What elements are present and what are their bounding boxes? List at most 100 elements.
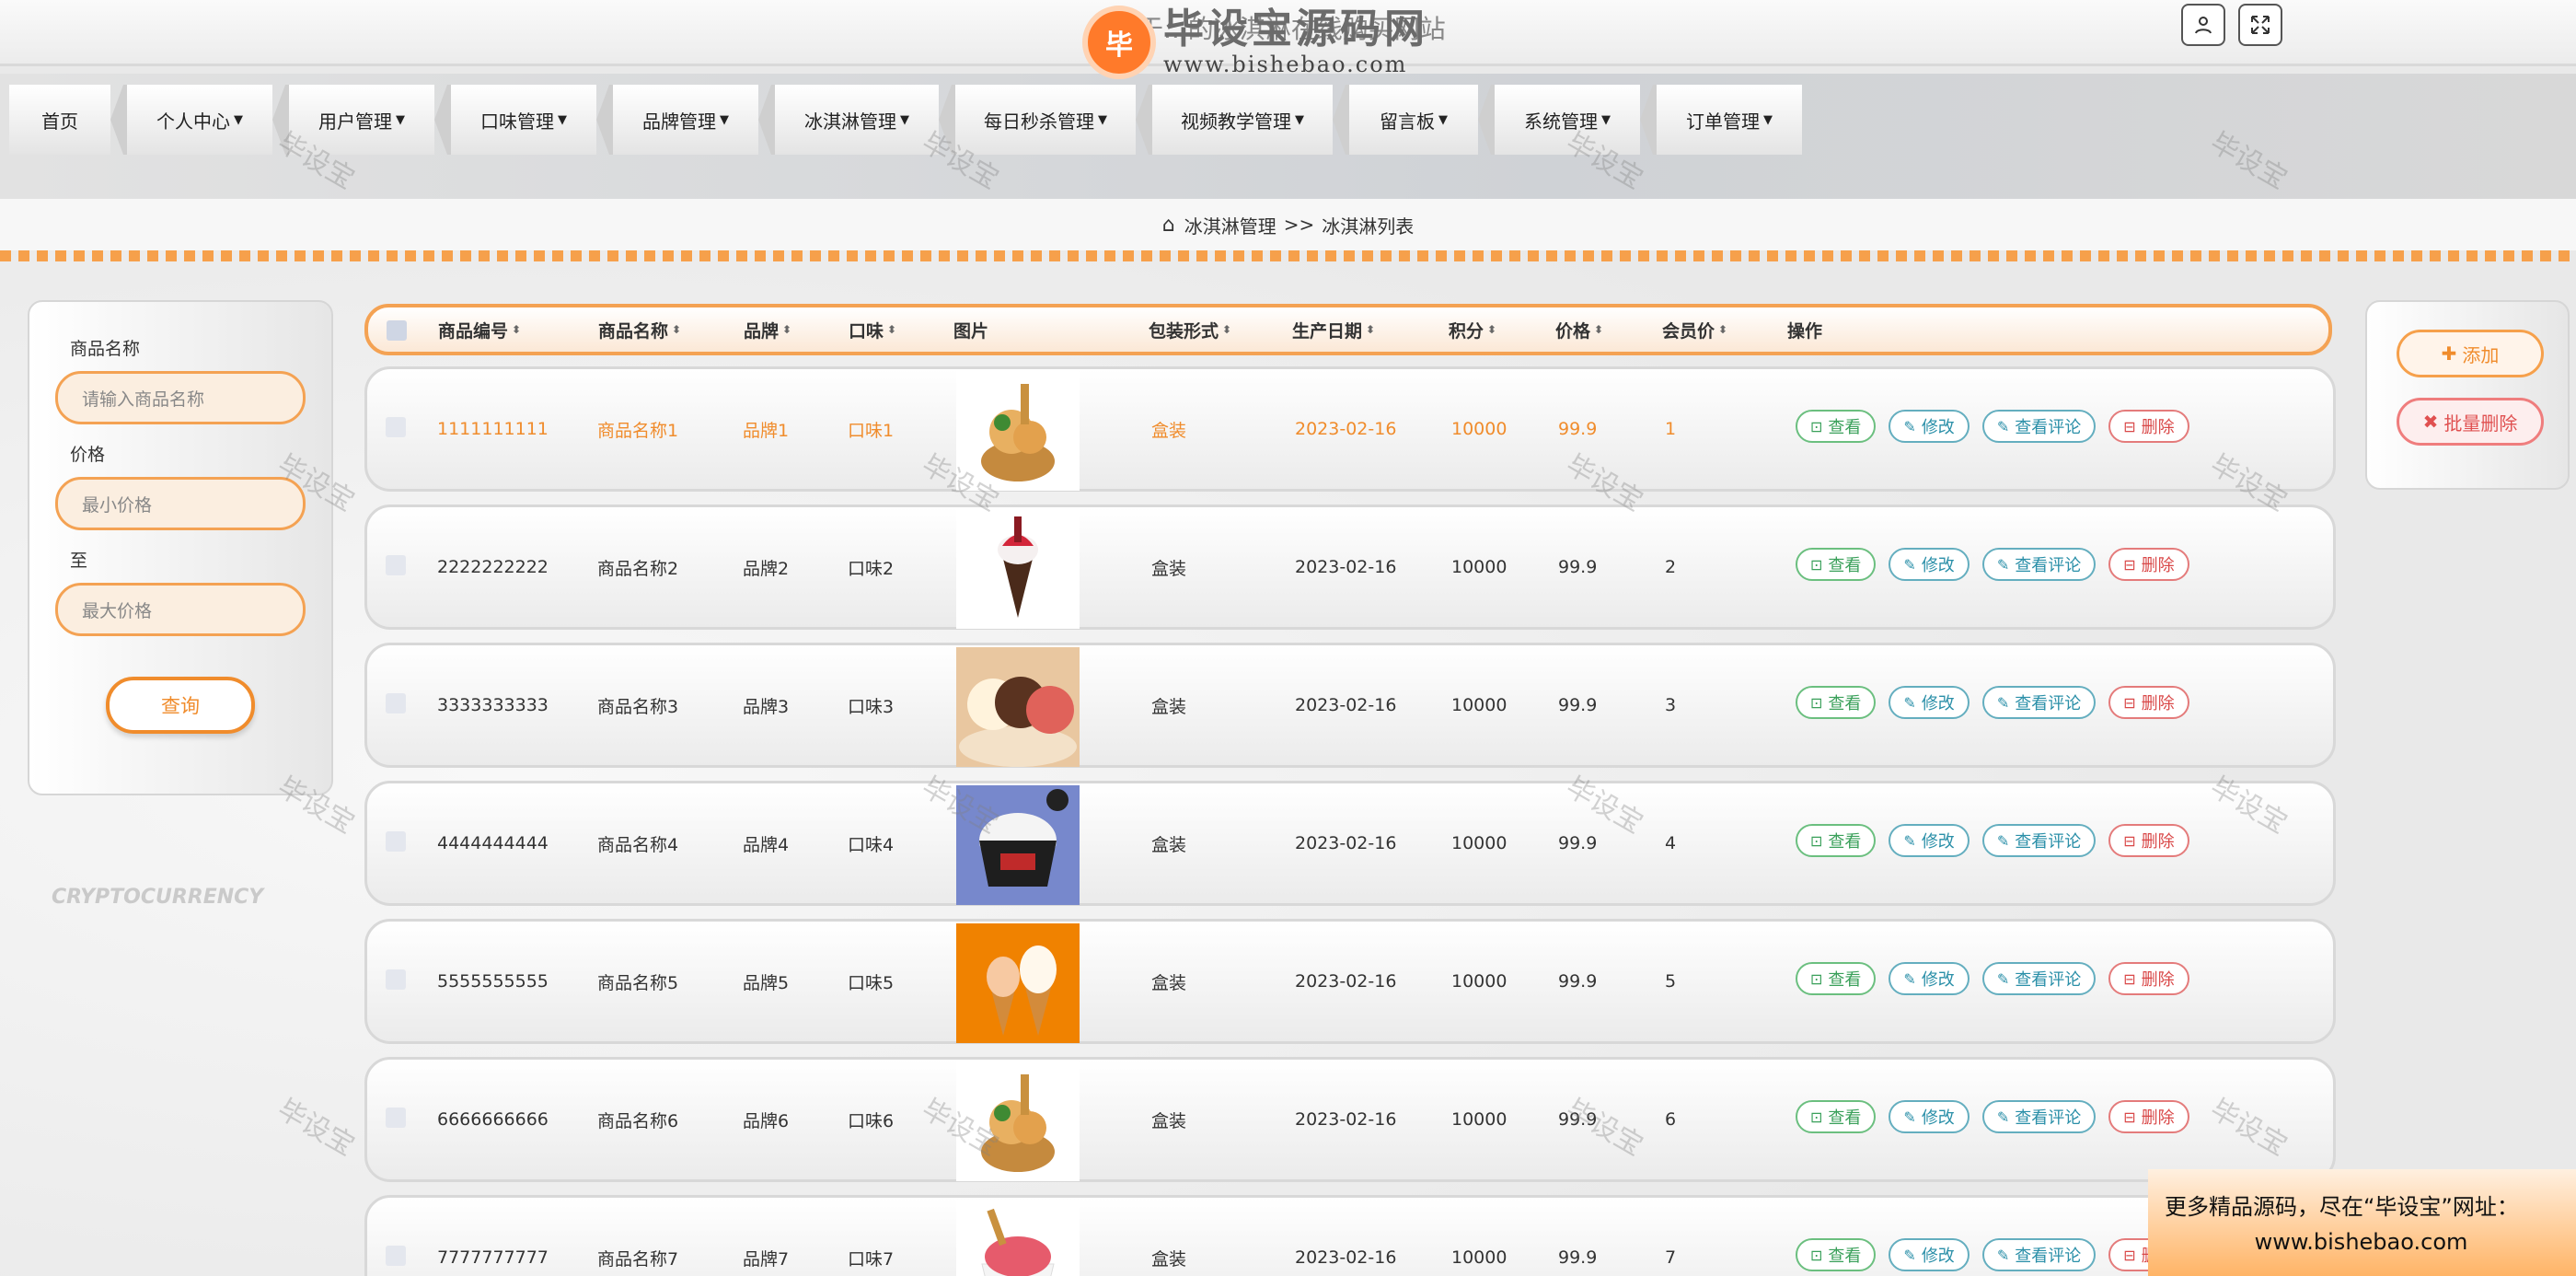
- view-button[interactable]: ⊡ 查看: [1796, 824, 1877, 857]
- breadcrumb-separator: >>: [1283, 214, 1315, 236]
- edit-button[interactable]: ✎ 修改: [1889, 962, 1970, 995]
- edit-button[interactable]: ✎ 修改: [1889, 1238, 1970, 1271]
- home-icon[interactable]: ⌂: [1162, 214, 1175, 237]
- th-image: 图片: [953, 320, 989, 342]
- th-brand[interactable]: 品牌 ⬍: [744, 307, 791, 352]
- table-row[interactable]: 7777777777 商品名称7 品牌7 口味7 盒装 2023-02-16 10000 99…: [364, 1195, 2336, 1276]
- logo-text: 毕设宝源码网: [1163, 6, 1428, 52]
- delete-button[interactable]: ⊟删除: [2108, 962, 2189, 995]
- delete-button[interactable]: ⊟删除: [2108, 548, 2189, 581]
- view-button[interactable]: ⊡ 查看: [1796, 962, 1877, 995]
- table-row[interactable]: 3333333333 商品名称3 品牌3 口味3 盒装 2023-02-16 10000 99…: [364, 643, 2336, 768]
- row-checkbox[interactable]: [386, 693, 406, 713]
- caret-down-icon: ▼: [1763, 112, 1773, 127]
- nav-users[interactable]: 用户管理 ▼: [272, 85, 434, 155]
- nav-messages[interactable]: 留言板 ▼: [1333, 85, 1478, 155]
- product-image: [956, 785, 1080, 905]
- view-comments-button[interactable]: ✎ 查看评论: [1981, 410, 2097, 443]
- user-icon[interactable]: [2181, 4, 2225, 46]
- nav-flash-sale[interactable]: 每日秒杀管理 ▼: [939, 85, 1136, 155]
- x-icon: ✖: [2422, 411, 2439, 433]
- nav-profile[interactable]: 个人中心 ▼: [110, 85, 272, 155]
- row-checkbox[interactable]: [386, 555, 406, 575]
- edit-button[interactable]: ✎ 修改: [1889, 686, 1970, 719]
- row-checkbox[interactable]: [386, 417, 406, 437]
- cell-flavor: 口味3: [848, 696, 895, 717]
- view-comments-button[interactable]: ✎ 查看评论: [1981, 1238, 2097, 1271]
- row-checkbox[interactable]: [386, 969, 406, 990]
- table-row[interactable]: 6666666666 商品名称6 品牌6 口味6 盒装 2023-02-16 10000 99…: [364, 1057, 2336, 1182]
- edit-button[interactable]: ✎ 修改: [1889, 824, 1970, 857]
- edit-button[interactable]: ✎ 修改: [1889, 1100, 1970, 1133]
- th-flavor[interactable]: 口味 ⬍: [849, 307, 896, 352]
- row-checkbox[interactable]: [386, 1246, 406, 1266]
- view-icon: ⊡: [1810, 693, 1823, 712]
- query-button[interactable]: 查询: [106, 677, 255, 734]
- view-comments-button[interactable]: ✎ 查看评论: [1981, 962, 2097, 995]
- row-checkbox[interactable]: [386, 1108, 406, 1128]
- nav-orders[interactable]: 订单管理 ▼: [1640, 85, 1802, 155]
- cell-member: 2: [1665, 557, 1677, 577]
- th-pack[interactable]: 包装形式 ⬍: [1149, 307, 1231, 352]
- sort-icon: ⬍: [782, 323, 792, 336]
- nav-video[interactable]: 视频教学管理 ▼: [1136, 85, 1333, 155]
- cell-flavor: 口味4: [848, 834, 895, 855]
- product-image: [956, 1200, 1080, 1276]
- cell-points: 10000: [1451, 971, 1507, 992]
- delete-button[interactable]: ⊟删除: [2108, 824, 2189, 857]
- nav-icecream[interactable]: 冰淇淋管理 ▼: [758, 85, 939, 155]
- cell-code: 1111111111: [437, 419, 549, 439]
- th-code[interactable]: 商品编号 ⬍: [438, 307, 521, 352]
- caret-down-icon: ▼: [720, 112, 729, 127]
- cell-code: 2222222222: [437, 557, 549, 577]
- cell-points: 10000: [1451, 833, 1507, 853]
- view-button[interactable]: ⊡ 查看: [1796, 410, 1877, 443]
- fullscreen-icon[interactable]: [2238, 4, 2282, 46]
- nav-flavors[interactable]: 口味管理 ▼: [434, 85, 596, 155]
- minus-box-icon: ⊟: [2123, 969, 2136, 988]
- th-name[interactable]: 商品名称 ⬍: [598, 307, 681, 352]
- nav-brands[interactable]: 品牌管理 ▼: [596, 85, 758, 155]
- delete-button[interactable]: ⊟删除: [2108, 410, 2189, 443]
- batch-delete-button[interactable]: ✖ 批量删除: [2397, 398, 2544, 446]
- view-comments-button[interactable]: ✎ 查看评论: [1981, 824, 2097, 857]
- cell-name: 商品名称7: [597, 1248, 679, 1270]
- promo-banner[interactable]: 更多精品源码，尽在“毕设宝”网址： www.bishebao.com: [2148, 1169, 2576, 1276]
- view-button[interactable]: ⊡ 查看: [1796, 548, 1877, 581]
- breadcrumb-level1[interactable]: 冰淇淋管理: [1184, 212, 1276, 238]
- add-button[interactable]: ✚ 添加: [2397, 330, 2544, 377]
- table-row[interactable]: 1111111111 商品名称1 品牌1 口味1 盒装 2023-02-16 10000 99…: [364, 366, 2336, 492]
- edit-icon: ✎: [1903, 417, 1916, 435]
- view-button[interactable]: ⊡ 查看: [1796, 1100, 1877, 1133]
- view-comments-button[interactable]: ✎ 查看评论: [1981, 686, 2097, 719]
- edit-button[interactable]: ✎ 修改: [1889, 410, 1970, 443]
- table-row[interactable]: 2222222222 商品名称2 品牌2 口味2 盒装 2023-02-16 10000 99…: [364, 505, 2336, 630]
- min-price-input[interactable]: 最小价格: [55, 477, 306, 530]
- edit-icon: ✎: [1996, 969, 2010, 988]
- row-checkbox[interactable]: [386, 831, 406, 852]
- view-button[interactable]: ⊡ 查看: [1796, 686, 1877, 719]
- table-row[interactable]: 5555555555 商品名称5 品牌5 口味5 盒装 2023-02-16 10000 99…: [364, 919, 2336, 1044]
- th-price[interactable]: 价格 ⬍: [1555, 307, 1603, 352]
- view-button[interactable]: ⊡ 查看: [1796, 1238, 1877, 1271]
- select-all-checkbox[interactable]: [387, 320, 407, 341]
- name-search-input[interactable]: 请输入商品名称: [55, 371, 306, 424]
- nav-system[interactable]: 系统管理 ▼: [1478, 85, 1640, 155]
- max-price-input[interactable]: 最大价格: [55, 583, 306, 636]
- product-image: [956, 509, 1080, 629]
- th-date[interactable]: 生产日期 ⬍: [1292, 307, 1375, 352]
- view-comments-button[interactable]: ✎ 查看评论: [1981, 548, 2097, 581]
- view-comments-button[interactable]: ✎ 查看评论: [1981, 1100, 2097, 1133]
- edit-button[interactable]: ✎ 修改: [1889, 548, 1970, 581]
- th-points[interactable]: 积分 ⬍: [1449, 307, 1496, 352]
- cell-points: 10000: [1451, 1247, 1507, 1268]
- table-row[interactable]: 4444444444 商品名称4 品牌4 口味4 盒装 2023-02-16 10000 99…: [364, 781, 2336, 906]
- nav-home[interactable]: 首页: [9, 85, 110, 155]
- th-member-price[interactable]: 会员价 ⬍: [1662, 307, 1727, 352]
- caret-down-icon: ▼: [1098, 112, 1107, 127]
- delete-button[interactable]: ⊟删除: [2108, 686, 2189, 719]
- delete-button[interactable]: ⊟删除: [2108, 1100, 2189, 1133]
- minus-box-icon: ⊟: [2123, 831, 2136, 850]
- promo-line1: 更多精品源码，尽在“毕设宝”网址：: [2165, 1194, 2519, 1220]
- caret-down-icon: ▼: [396, 112, 405, 127]
